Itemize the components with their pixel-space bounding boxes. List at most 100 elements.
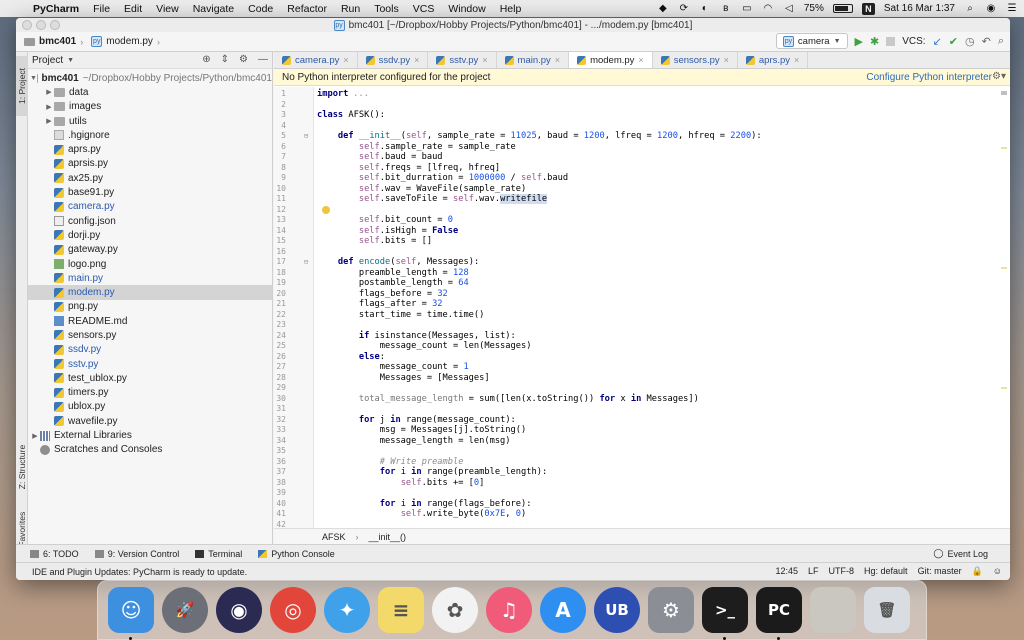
editor-tab[interactable]: main.py × [497, 52, 570, 68]
tree-file[interactable]: gateway.py [28, 243, 272, 257]
code-crumb-method[interactable]: __init__() [369, 532, 407, 542]
tree-folder[interactable]: ▶ data [28, 85, 272, 99]
menu-code[interactable]: Code [241, 3, 280, 15]
status-message[interactable]: IDE and Plugin Updates: PyCharm is ready… [32, 567, 247, 577]
ub-icon[interactable]: UB [594, 587, 640, 633]
tree-file[interactable]: README.md [28, 314, 272, 328]
file-encoding[interactable]: UTF-8 [829, 566, 855, 577]
code-line[interactable]: self.bits = [] [317, 236, 997, 246]
code-line[interactable]: Messages = [Messages] [317, 373, 997, 383]
code-line[interactable]: self.isHigh = False [317, 226, 997, 236]
spotlight-icon[interactable]: ⌕ [964, 3, 976, 14]
menu-tools[interactable]: Tools [367, 3, 406, 15]
tree-scratches[interactable]: Scratches and Consoles [28, 443, 272, 457]
tree-file[interactable]: config.json [28, 214, 272, 228]
menu-app-name[interactable]: PyCharm [26, 3, 86, 15]
editor-tab[interactable]: sstv.py × [428, 52, 497, 68]
code-line[interactable]: total_message_length = sum([len(x.toStri… [317, 394, 997, 404]
settings-icon[interactable]: ⚙ [648, 587, 694, 633]
chevron-down-icon[interactable]: ▼ [30, 75, 37, 82]
volume-icon[interactable]: ◁ [783, 3, 795, 14]
tree-file[interactable]: ssdv.py [28, 343, 272, 357]
code-line[interactable]: def encode(self, Messages): [317, 257, 997, 267]
todo-tool-button[interactable]: 6: TODO [30, 549, 79, 559]
siri-menu-icon[interactable]: ◉ [985, 3, 997, 14]
tree-file[interactable]: timers.py [28, 386, 272, 400]
photos-icon[interactable]: ✿ [432, 587, 478, 633]
close-window-button[interactable] [22, 20, 32, 30]
chrome-icon[interactable]: ◎ [270, 587, 316, 633]
run-icon[interactable]: ▶ [855, 35, 863, 48]
menu-edit[interactable]: Edit [117, 3, 149, 15]
menu-run[interactable]: Run [334, 3, 367, 15]
code-line[interactable]: self.bit_count = 0 [317, 215, 997, 225]
tree-file[interactable]: wavefile.py [28, 414, 272, 428]
menu-view[interactable]: View [149, 3, 186, 15]
menu-refactor[interactable]: Refactor [280, 3, 334, 15]
safari-icon[interactable]: ✦ [324, 587, 370, 633]
run-configuration-select[interactable]: py camera ▼ [775, 33, 848, 49]
code-line[interactable]: start_time = time.time() [317, 310, 997, 320]
editor-tab[interactable]: aprs.py × [738, 52, 809, 68]
battery-icon[interactable] [832, 4, 853, 13]
code-line[interactable]: preamble_length = 128 [317, 268, 997, 278]
tree-file[interactable]: camera.py [28, 200, 272, 214]
vcs-commit-icon[interactable]: ✔ [949, 35, 958, 48]
toggle-icon[interactable]: ◐ [699, 3, 711, 14]
tree-file[interactable]: ublox.py [28, 400, 272, 414]
vcs-update-icon[interactable]: ↙ [933, 35, 942, 48]
code-line[interactable]: if isinstance(Messages, list): [317, 331, 997, 341]
close-tab-icon[interactable]: × [555, 55, 560, 65]
code-line[interactable]: self.saveToFile = self.wav.writefile [317, 194, 997, 204]
history-icon[interactable]: ◷ [965, 35, 975, 48]
close-tab-icon[interactable]: × [794, 55, 799, 65]
launchpad-icon[interactable]: 🚀 [162, 587, 208, 633]
photo-thumb-icon[interactable] [810, 587, 856, 633]
menu-navigate[interactable]: Navigate [186, 3, 241, 15]
fold-icon[interactable]: ⊟ [304, 132, 308, 140]
tree-file[interactable]: dorji.py [28, 228, 272, 242]
tree-file[interactable]: modem.py [28, 285, 272, 300]
tool-tab-project[interactable]: 1: Project [16, 56, 28, 116]
line-separator[interactable]: LF [808, 566, 819, 577]
code-editor[interactable]: 1 2 3 4 5 6 7 8 9 10 11 12 13 14 15 16 17 18 19 20 21 22 23 24 2… [274, 87, 1010, 528]
menu-window[interactable]: Window [441, 3, 492, 15]
close-tab-icon[interactable]: × [414, 55, 419, 65]
code-line[interactable]: message_length = len(msg) [317, 436, 997, 446]
fold-icon[interactable]: ⊟ [304, 258, 308, 266]
tree-root[interactable]: ▼ bmc401 ~/Dropbox/Hobby Projects/Python… [28, 71, 272, 85]
code-line[interactable]: self.baud = baud [317, 152, 997, 162]
close-tab-icon[interactable]: × [724, 55, 729, 65]
tree-file[interactable]: .hgignore [28, 128, 272, 142]
code-line[interactable]: # Write preamble [317, 457, 997, 467]
terminal-icon[interactable]: >_ [702, 587, 748, 633]
version-control-tool-button[interactable]: 9: Version Control [94, 549, 179, 559]
tree-folder[interactable]: ▶ images [28, 100, 272, 114]
stop-icon[interactable] [886, 36, 896, 46]
python-console-tool-button[interactable]: Python Console [258, 549, 335, 559]
title-bar[interactable]: py bmc401 [~/Dropbox/Hobby Projects/Pyth… [16, 18, 1010, 32]
zoom-window-button[interactable] [50, 20, 60, 30]
code-line[interactable]: self.bit_durration = 1000000 / self.baud [317, 173, 997, 183]
chevron-down-icon[interactable]: ▼ [67, 57, 74, 64]
code-line[interactable]: msg = Messages[j].toString() [317, 425, 997, 435]
tree-folder[interactable]: ▶ utils [28, 114, 272, 128]
project-panel-header[interactable]: Project ▼ ⊕ ⇕ ⚙ — [28, 52, 272, 69]
nav-crumb-file[interactable]: py modem.py › [87, 36, 164, 47]
menu-help[interactable]: Help [493, 3, 529, 15]
code-line[interactable]: postamble_length = 64 [317, 278, 997, 288]
inspector-icon[interactable]: ☺ [993, 566, 1002, 577]
minimize-window-button[interactable] [36, 20, 46, 30]
nav-crumb-project[interactable]: bmc401 › [20, 36, 87, 47]
intention-bulb-icon[interactable] [322, 205, 330, 214]
editor-tab[interactable]: camera.py × [274, 52, 358, 68]
tree-file[interactable]: aprs.py [28, 142, 272, 156]
tree-file[interactable]: aprsis.py [28, 157, 272, 171]
event-log-button[interactable]: ◯ Event Log [933, 548, 988, 559]
code-line[interactable]: for j in range(message_count): [317, 415, 997, 425]
tree-file[interactable]: png.py [28, 300, 272, 314]
code-line[interactable]: flags_after = 32 [317, 299, 997, 309]
trash-icon[interactable]: 🗑 [864, 587, 910, 633]
tree-file[interactable]: sensors.py [28, 328, 272, 342]
wifi-icon[interactable]: ◠ [762, 3, 774, 14]
